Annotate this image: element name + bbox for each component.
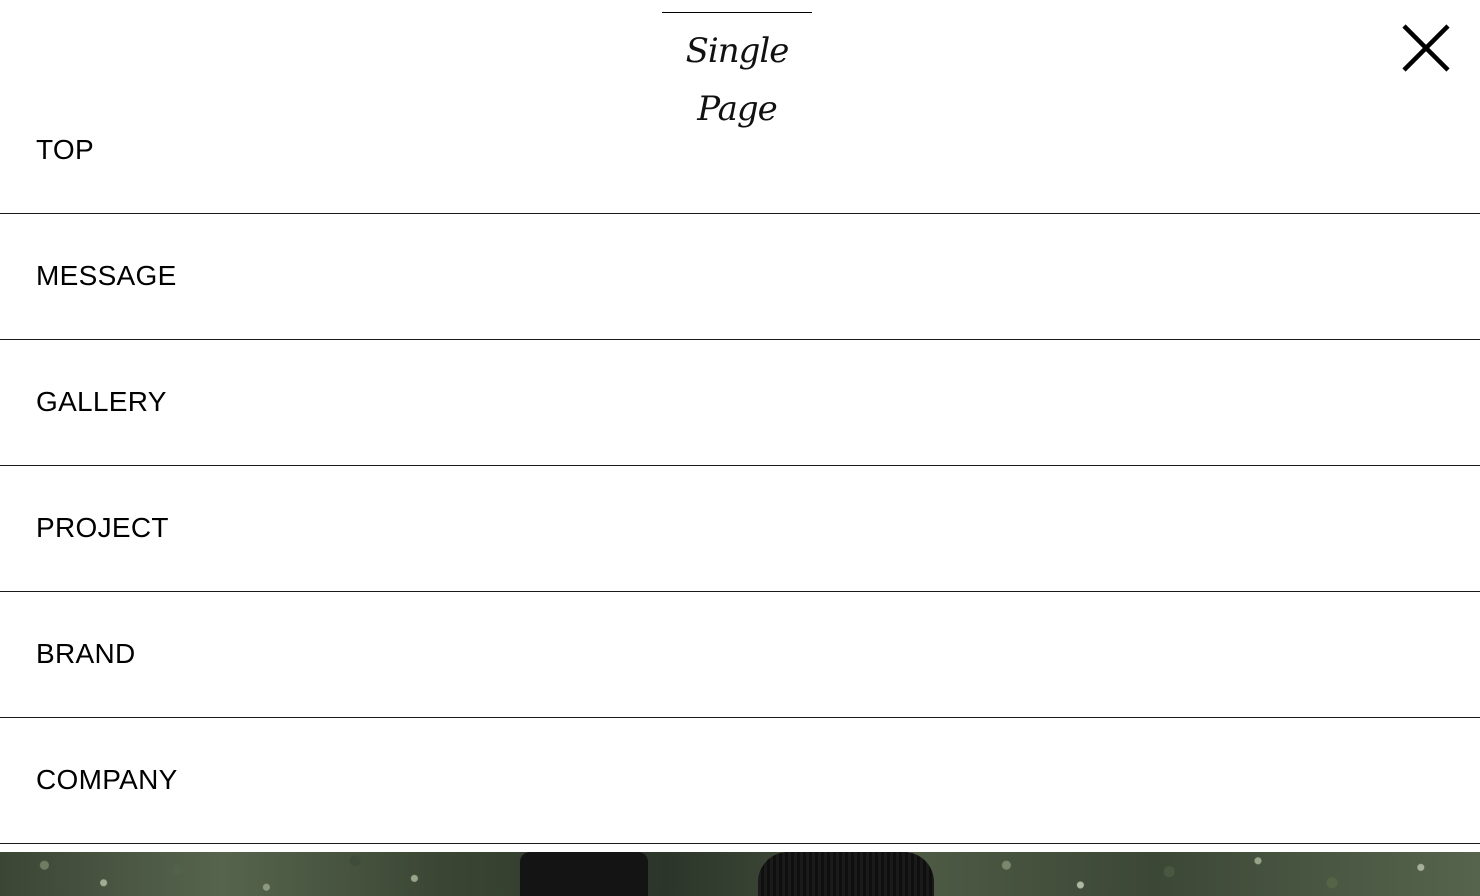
menu-item-message[interactable]: MESSAGE (0, 214, 1480, 340)
photo-figure-right (758, 852, 934, 896)
menu-item-gallery[interactable]: GALLERY (0, 340, 1480, 466)
menu-item-company[interactable]: COMPANY (0, 718, 1480, 844)
close-button[interactable] (1398, 20, 1454, 76)
menu-item-label: TOP (36, 134, 94, 165)
menu-item-top[interactable]: TOP (0, 88, 1480, 214)
background-photo (0, 852, 1480, 896)
photo-figure-left (520, 852, 648, 896)
menu-item-label: GALLERY (36, 386, 167, 417)
menu-item-project[interactable]: PROJECT (0, 466, 1480, 592)
menu-header: Single Page (0, 0, 1480, 129)
nav-menu: TOP MESSAGE GALLERY PROJECT BRAND COMPAN… (0, 88, 1480, 844)
menu-item-label: BRAND (36, 638, 136, 669)
page: Single Page TOP MESSAGE GALLERY PROJECT … (0, 0, 1480, 896)
close-icon (1402, 24, 1450, 72)
menu-item-label: PROJECT (36, 512, 169, 543)
menu-item-brand[interactable]: BRAND (0, 592, 1480, 718)
menu-item-label: COMPANY (36, 764, 178, 795)
logo-divider (662, 12, 812, 13)
menu-item-label: MESSAGE (36, 260, 177, 291)
